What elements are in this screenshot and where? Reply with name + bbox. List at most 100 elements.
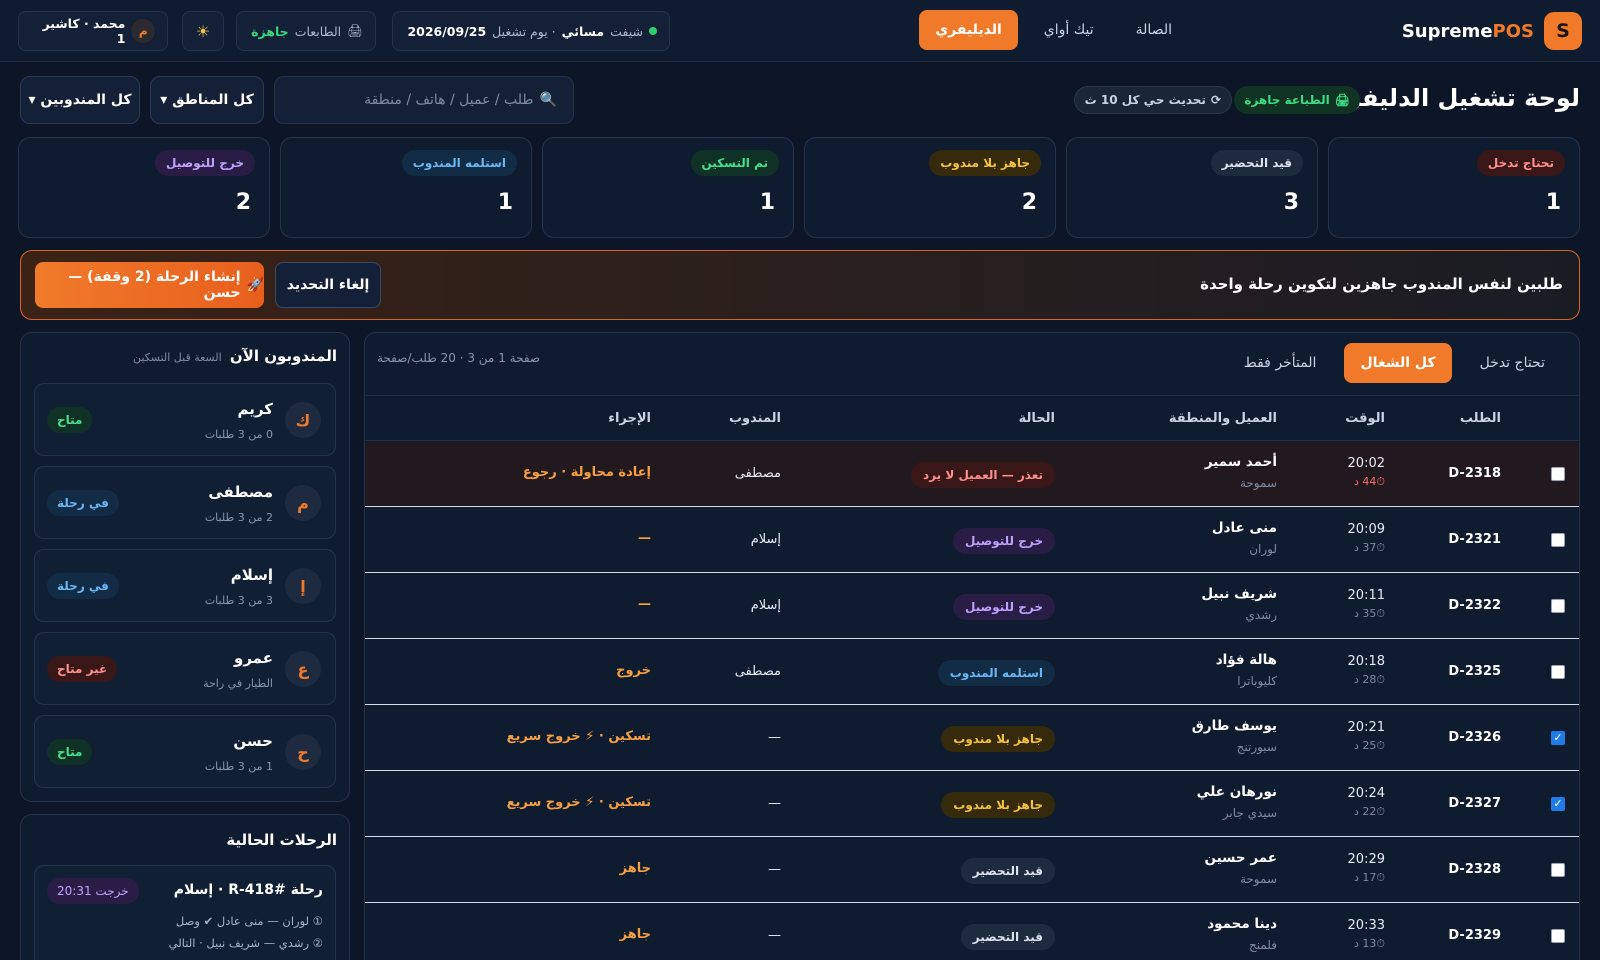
zones-filter-dropdown[interactable]: كل المناطق ▾ bbox=[150, 76, 264, 124]
order-time-value: 20:24 bbox=[1347, 786, 1385, 801]
order-driver: — bbox=[768, 730, 781, 745]
table-row[interactable]: ✓ D-2327 20:24 ⏱22 د نورهان علي سيدي جابر … bbox=[365, 772, 1579, 837]
driver-card[interactable]: م مصطفى 2 من 3 طلبات في رحلة bbox=[34, 466, 336, 539]
status-badge: خرج للتوصيل bbox=[953, 594, 1055, 620]
row-checkbox[interactable]: ✓ bbox=[1551, 797, 1565, 811]
row-checkbox[interactable] bbox=[1551, 929, 1565, 943]
order-customer: شريف نبيل رشدي bbox=[1201, 586, 1277, 622]
order-id: D-2321 bbox=[1448, 532, 1501, 547]
order-time-value: 20:33 bbox=[1347, 918, 1385, 933]
trip-card[interactable]: رحلة R-418# · إسلام خرجت 20:31 ① لوران —… bbox=[34, 865, 336, 960]
order-driver: إسلام bbox=[750, 598, 781, 613]
order-customer: نورهان علي سيدي جابر bbox=[1197, 784, 1277, 820]
order-time-value: 20:29 bbox=[1347, 852, 1385, 867]
order-age: ⏱28 د bbox=[1354, 673, 1385, 686]
row-checkbox[interactable] bbox=[1551, 863, 1565, 877]
brand: S SupremePOS bbox=[1402, 12, 1582, 50]
order-time-value: 20:18 bbox=[1347, 654, 1385, 669]
col-customer: العميل والمنطقة bbox=[1168, 411, 1277, 426]
batch-trip-banner: طلبين لنفس المندوب جاهزين لتكوين رحلة وا… bbox=[20, 250, 1580, 320]
driver-card[interactable]: ح حسن 1 من 3 طلبات متاح bbox=[34, 715, 336, 788]
driver-status-badge: متاح bbox=[47, 407, 93, 433]
order-action-link[interactable]: جاهز bbox=[620, 861, 651, 876]
order-action-link[interactable]: جاهز bbox=[620, 927, 651, 942]
nav-tab-hall[interactable]: الصالة bbox=[1120, 10, 1188, 50]
banner-text: طلبين لنفس المندوب جاهزين لتكوين رحلة وا… bbox=[1200, 275, 1563, 293]
user-menu[interactable]: م محمد · كاشير 1 bbox=[18, 11, 168, 51]
tab-needs-action[interactable]: تحتاج تدخل bbox=[1464, 343, 1561, 383]
stat-label: قيد التحضير bbox=[1210, 150, 1303, 176]
pagination-info: صفحة 1 من 3 · 20 طلب/صفحة bbox=[377, 351, 541, 365]
customer-name: يوسف طارق bbox=[1191, 718, 1277, 734]
search-input[interactable]: 🔍 طلب / عميل / هاتف / منطقة bbox=[274, 76, 574, 124]
printer-icon: 🖨 bbox=[347, 23, 363, 38]
sun-icon: ☀ bbox=[195, 21, 211, 41]
col-driver: المندوب bbox=[728, 411, 781, 426]
cancel-selection-button[interactable]: إلغاء التحديد bbox=[275, 262, 381, 308]
tab-late-only[interactable]: المتأخر فقط bbox=[1228, 343, 1333, 383]
nav-tab-takeaway[interactable]: تيك أواي bbox=[1028, 10, 1110, 50]
order-id: D-2322 bbox=[1448, 598, 1501, 613]
order-action-link[interactable]: خروج bbox=[616, 663, 651, 678]
order-customer: منى عادل لوران bbox=[1212, 520, 1277, 556]
order-driver: مصطفى bbox=[734, 466, 781, 481]
row-checkbox[interactable] bbox=[1551, 467, 1565, 481]
table-row[interactable]: D-2329 20:33 ⏱13 د دينا محمود فلمنج قيد ال… bbox=[365, 904, 1579, 960]
table-row[interactable]: D-2322 20:11 ⏱35 د شريف نبيل رشدي خرج للتو… bbox=[365, 574, 1579, 639]
order-action-link: — bbox=[638, 531, 651, 546]
col-time: الوقت bbox=[1345, 411, 1385, 426]
stat-card-needs-action[interactable]: تحتاج تدخل 1 bbox=[1328, 137, 1580, 238]
table-row[interactable]: D-2325 20:18 ⏱28 د هالة فؤاد كليوباترا است… bbox=[365, 640, 1579, 705]
theme-toggle-button[interactable]: ☀ bbox=[182, 11, 224, 51]
order-time: 20:02 ⏱44 د bbox=[1348, 456, 1385, 489]
order-action-link[interactable]: إعادة محاولة · رجوع bbox=[523, 465, 651, 480]
order-age: ⏱17 د bbox=[1354, 871, 1385, 884]
row-checkbox[interactable] bbox=[1551, 599, 1565, 613]
create-trip-button[interactable]: 🚀 إنشاء الرحلة (2 وقفة) — حسن bbox=[35, 262, 264, 308]
stat-label: استلمه المندوب bbox=[401, 150, 517, 176]
stat-card-assigned[interactable]: تم التسكين 1 bbox=[542, 137, 794, 238]
shift-status-dot bbox=[649, 27, 657, 35]
driver-card[interactable]: إ إسلام 3 من 3 طلبات في رحلة bbox=[34, 549, 336, 622]
printer-status[interactable]: 🖨 الطابعات جاهزة bbox=[236, 11, 376, 51]
customer-zone: كليوباترا bbox=[1237, 674, 1277, 688]
order-action-link[interactable]: تسكين · ⚡ خروج سريع bbox=[507, 729, 651, 744]
table-row[interactable]: D-2328 20:29 ⏱17 د عمر حسين سموحة قيد التح… bbox=[365, 838, 1579, 903]
order-customer: عمر حسين سموحة bbox=[1205, 850, 1278, 886]
order-id: D-2326 bbox=[1448, 730, 1501, 745]
stat-label: جاهز بلا مندوب bbox=[929, 150, 1041, 176]
driver-card[interactable]: ك كريم 0 من 3 طلبات متاح bbox=[34, 383, 336, 456]
driver-name: مصطفى bbox=[208, 483, 273, 501]
order-id: D-2327 bbox=[1448, 796, 1501, 811]
customer-name: أحمد سمير bbox=[1204, 454, 1277, 470]
table-row[interactable]: D-2321 20:09 ⏱37 د منى عادل لوران خرج للتو… bbox=[365, 508, 1579, 573]
stat-card-picked-up[interactable]: استلمه المندوب 1 bbox=[280, 137, 532, 238]
driver-load: 0 من 3 طلبات bbox=[204, 428, 273, 441]
stat-card-out-for-delivery[interactable]: خرج للتوصيل 2 bbox=[18, 137, 270, 238]
refresh-icon: ⟳ bbox=[1210, 93, 1221, 107]
table-header: الطلب الوقت العميل والمنطقة الحالة المند… bbox=[365, 395, 1579, 441]
driver-avatar: ع bbox=[285, 651, 321, 687]
nav-tab-delivery[interactable]: الديليفري bbox=[919, 10, 1018, 50]
driver-load: الطيار في راحة bbox=[203, 677, 273, 690]
order-time: 20:33 ⏱13 د bbox=[1348, 918, 1385, 951]
row-checkbox[interactable] bbox=[1551, 665, 1565, 679]
driver-card[interactable]: ع عمرو الطيار في راحة غير متاح bbox=[34, 632, 336, 705]
order-action-link: — bbox=[638, 597, 651, 612]
table-row[interactable]: ✓ D-2326 20:21 ⏱25 د يوسف طارق سبورتنج جاه… bbox=[365, 706, 1579, 771]
stat-card-preparing[interactable]: قيد التحضير 3 bbox=[1066, 137, 1318, 238]
stat-label: خرج للتوصيل bbox=[155, 150, 255, 176]
order-action-link[interactable]: تسكين · ⚡ خروج سريع bbox=[507, 795, 651, 810]
row-checkbox[interactable]: ✓ bbox=[1551, 731, 1565, 745]
stat-card-ready-no-driver[interactable]: جاهز بلا مندوب 2 bbox=[804, 137, 1056, 238]
col-order: الطلب bbox=[1459, 411, 1501, 426]
row-checkbox[interactable] bbox=[1551, 533, 1565, 547]
stat-count: 1 bbox=[759, 190, 775, 215]
order-time-value: 20:21 bbox=[1347, 720, 1385, 735]
table-row[interactable]: D-2318 20:02 ⏱44 د أحمد سمير سموحة تعذر — … bbox=[365, 442, 1579, 507]
customer-name: عمر حسين bbox=[1204, 850, 1278, 866]
drivers-filter-dropdown[interactable]: كل المندوبين ▾ bbox=[20, 76, 140, 124]
order-time: 20:29 ⏱17 د bbox=[1348, 852, 1385, 885]
user-avatar: م bbox=[131, 19, 155, 43]
tab-all-active[interactable]: كل الشغال bbox=[1344, 343, 1452, 383]
